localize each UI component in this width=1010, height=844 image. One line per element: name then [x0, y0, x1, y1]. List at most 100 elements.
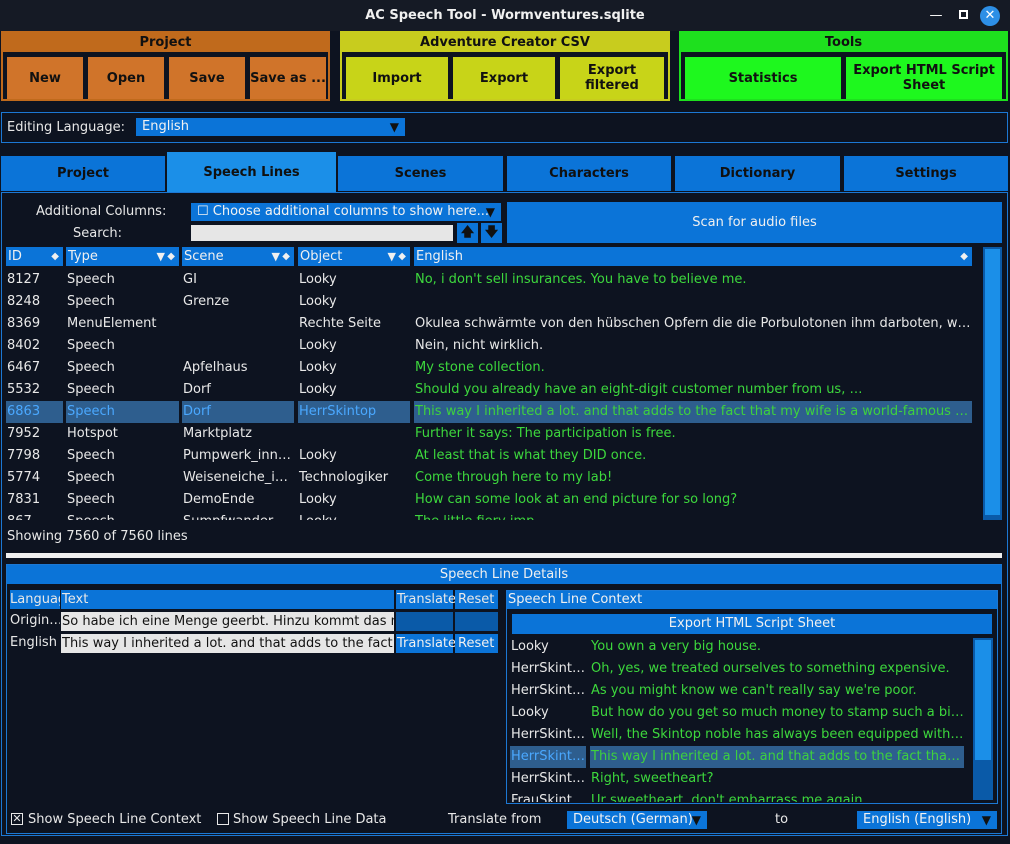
table-row[interactable]: 5774 Speech Weiseneiche_inn… Technologiker C… — [6, 467, 972, 489]
table-row[interactable]: 5532 Speech Dorf Looky Should you already ha… — [6, 379, 972, 401]
filter-icon[interactable]: ▼ — [272, 247, 280, 266]
table-cell-object: Looky — [299, 360, 337, 375]
context-export-html-button[interactable]: Export HTML Script Sheet — [512, 614, 992, 634]
context-row[interactable]: HerrSkintop Right, sweetheart? — [510, 768, 964, 790]
table-cell-type: Speech — [67, 294, 115, 309]
context-title: Speech Line Context — [507, 591, 997, 609]
table-cell-id: 867 — [6, 511, 63, 520]
translate-button[interactable]: Translate — [396, 634, 456, 653]
table-row[interactable]: 867SpeechSumpfwanderweg Looky The little f… — [6, 511, 972, 520]
table-cell-id: 8402 — [7, 338, 41, 353]
sort-icon: ◆ — [167, 251, 175, 262]
table-cell-type: Speech — [66, 401, 179, 423]
table-cell-type: MenuElement — [67, 316, 157, 331]
context-row[interactable]: HerrSkintop This way I inherited a lot. a… — [510, 746, 964, 768]
context-list: Looky You own a very big house. HerrSkinto… — [510, 636, 970, 802]
details-text-original[interactable]: So habe ich eine Menge geerbt. Hinzu kom… — [61, 612, 394, 631]
column-header-scene[interactable]: Scene ▼ ◆ — [182, 247, 294, 266]
export-button[interactable]: Export — [453, 57, 555, 99]
splitter-handle[interactable] — [6, 553, 1002, 558]
table-row[interactable]: 7831 Speech DemoEnde Looky How can some look… — [6, 489, 972, 511]
table-row[interactable]: 8248 Speech Grenze Looky — [6, 291, 972, 313]
csv-group-title: Adventure Creator CSV — [342, 33, 668, 52]
minimize-icon[interactable]: — — [926, 6, 946, 26]
open-button[interactable]: Open — [88, 57, 164, 99]
translate-from-value: Deutsch (German) — [573, 812, 693, 827]
table-cell-object: Technologiker — [299, 470, 389, 485]
table-cell-type: Hotspot — [67, 426, 118, 441]
context-row[interactable]: FrauSkintop Ur sweetheart, don't embarras… — [510, 790, 964, 802]
column-header-type[interactable]: Type ▼ ◆ — [66, 247, 179, 266]
column-header-id[interactable]: ID ◆ — [6, 247, 63, 266]
context-row[interactable]: HerrSkintop Well, the Skintop noble has a… — [510, 724, 964, 746]
context-row[interactable]: Looky But how do you get so much money to… — [510, 702, 964, 724]
column-header-object[interactable]: Object ▼ ◆ — [298, 247, 410, 266]
filter-icon[interactable]: ▼ — [157, 247, 165, 266]
table-cell-text: Further it says: The participation is fr… — [415, 426, 676, 441]
table-row[interactable]: 8402 Speech Looky Nein, nicht wirklich. — [6, 335, 972, 357]
context-row[interactable]: HerrSkintop As you might know we can't re… — [510, 680, 964, 702]
arrow-down-icon[interactable]: 🡇 — [481, 223, 502, 243]
table-cell-text: Come through here to my lab! — [415, 470, 613, 485]
save-as-button[interactable]: Save as ... — [250, 57, 326, 99]
tab-characters[interactable]: Characters — [507, 156, 671, 191]
table-cell-id: 7798 — [7, 448, 41, 463]
reset-button[interactable]: Reset — [455, 634, 498, 653]
context-speaker: HerrSkintop — [511, 727, 586, 742]
table-scrollbar-thumb[interactable] — [985, 249, 1000, 515]
table-cell-object: Looky — [299, 272, 337, 287]
maximize-icon[interactable] — [953, 6, 973, 26]
tab-dictionary[interactable]: Dictionary — [675, 156, 840, 191]
translate-to-select[interactable]: English (English) ▼ — [857, 811, 997, 829]
sort-icon: ◆ — [398, 251, 406, 262]
translate-from-select[interactable]: Deutsch (German) ▼ — [567, 811, 707, 829]
show-data-checkbox[interactable] — [217, 813, 229, 825]
table-cell-object: Looky — [299, 294, 337, 309]
context-text: Right, sweetheart? — [591, 771, 714, 786]
context-speaker: HerrSkintop — [511, 683, 586, 698]
table-cell-scene: Grenze — [183, 294, 230, 309]
statistics-button[interactable]: Statistics — [685, 57, 841, 99]
filter-icon[interactable]: ▼ — [388, 247, 396, 266]
tab-speech-lines[interactable]: Speech Lines — [167, 152, 336, 192]
tab-settings[interactable]: Settings — [844, 156, 1008, 191]
column-header-label: Type — [68, 249, 98, 264]
sort-icon: ◆ — [51, 251, 59, 262]
table-row[interactable]: 8369 MenuElement Rechte Seite Okulea schwär… — [6, 313, 972, 335]
table-cell-text: This way I inherited a lot. and that add… — [414, 401, 972, 423]
tab-project[interactable]: Project — [1, 156, 165, 191]
tab-scenes[interactable]: Scenes — [338, 156, 503, 191]
column-header-english[interactable]: English ◆ — [414, 247, 972, 266]
table-cell-id: 6467 — [7, 360, 41, 375]
export-filtered-button[interactable]: Export filtered — [560, 57, 664, 99]
chevron-down-icon: ▼ — [691, 813, 701, 827]
table-cell-type: Speech — [67, 470, 115, 485]
context-scrollbar-thumb[interactable] — [975, 640, 991, 760]
details-text-english[interactable]: This way I inherited a lot. and that add… — [61, 634, 394, 653]
table-cell-scene — [182, 313, 294, 335]
import-button[interactable]: Import — [346, 57, 448, 99]
arrow-up-icon[interactable]: 🡅 — [457, 223, 478, 243]
context-text: Oh, yes, we treated ourselves to somethi… — [591, 661, 950, 676]
show-context-checkbox[interactable]: ✕ — [11, 813, 23, 825]
new-button[interactable]: New — [7, 57, 83, 99]
table-cell-scene: Apfelhaus — [183, 360, 248, 375]
table-row[interactable]: 7952 Hotspot Marktplatz Further it says: Th… — [6, 423, 972, 445]
context-row[interactable]: HerrSkintop Oh, yes, we treated ourselves… — [510, 658, 964, 680]
window-title: AC Speech Tool - Wormventures.sqlite — [365, 8, 645, 23]
context-row[interactable]: Looky You own a very big house. — [510, 636, 964, 658]
additional-columns-select[interactable]: ☐ Choose additional columns to show here… — [191, 203, 501, 221]
editing-language-select[interactable]: English ▼ — [136, 118, 405, 136]
table-row[interactable]: 8127 Speech GI Looky No, i don't sell insura… — [6, 269, 972, 291]
scan-audio-files-button[interactable]: Scan for audio files — [507, 202, 1002, 243]
search-label: Search: — [73, 226, 123, 241]
save-button[interactable]: Save — [169, 57, 245, 99]
table-row[interactable]: 6467 Speech Apfelhaus Looky My stone collect… — [6, 357, 972, 379]
search-input[interactable] — [191, 225, 453, 241]
close-icon[interactable]: ✕ — [980, 6, 1000, 26]
export-html-script-sheet-button[interactable]: Export HTML Script Sheet — [846, 57, 1002, 99]
table-cell-type: Speech — [67, 448, 115, 463]
table-row[interactable]: 6863 Speech Dorf HerrSkintop This way I inhe… — [6, 401, 972, 423]
table-cell-text: At least that is what they DID once. — [415, 448, 647, 463]
table-row[interactable]: 7798 Speech Pumpwerk_innen Looky At least th… — [6, 445, 972, 467]
